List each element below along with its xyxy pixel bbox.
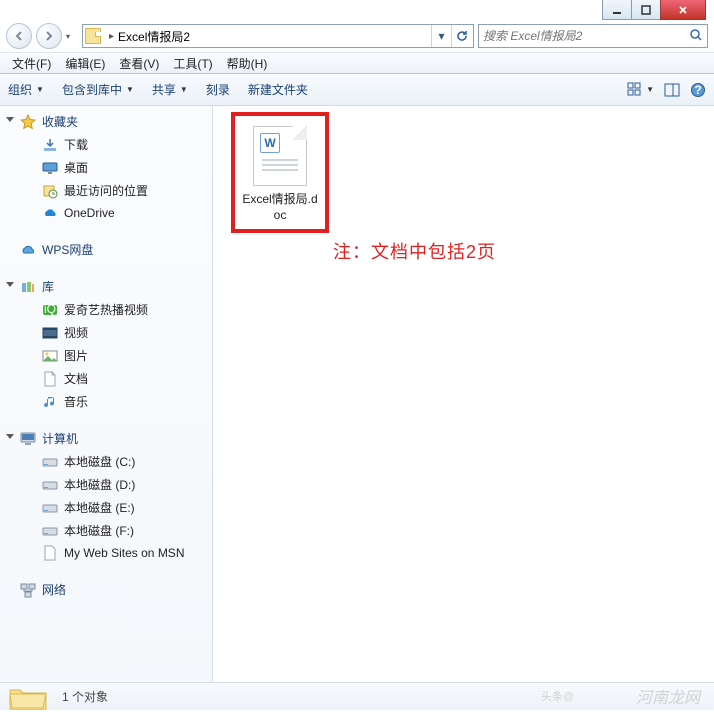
pictures-icon [42, 348, 58, 364]
disclose-icon[interactable] [6, 117, 14, 122]
minimize-button[interactable] [602, 0, 632, 20]
video-icon [42, 325, 58, 341]
music-icon [42, 394, 58, 410]
close-button[interactable] [660, 0, 706, 20]
sidebar-item-pictures[interactable]: 图片 [0, 344, 212, 367]
folder-large-icon [8, 684, 52, 710]
computer-header[interactable]: 计算机 [0, 427, 212, 450]
sidebar-item-recent[interactable]: 最近访问的位置 [0, 179, 212, 202]
maximize-button[interactable] [631, 0, 661, 20]
iqiyi-icon: iQ [42, 302, 58, 318]
menu-file[interactable]: 文件(F) [6, 53, 57, 74]
sidebar-item-drive-f[interactable]: 本地磁盘 (F:) [0, 519, 212, 542]
navigation-row: ▾ ▸ Excel情报局2 ▾ [0, 20, 714, 52]
title-bar [0, 0, 714, 20]
search-icon[interactable] [689, 28, 703, 45]
desktop-icon [42, 160, 58, 176]
sidebar-item-videos[interactable]: 视频 [0, 321, 212, 344]
wps-header[interactable]: WPS网盘 [0, 238, 212, 261]
file-thumbnail: W [253, 126, 307, 186]
tree[interactable]: 收藏夹 下载 桌面 最近访问的位置 OneDrive WPS网盘 库 iQ爱奇艺 [0, 106, 212, 710]
favorites-header[interactable]: 收藏夹 [0, 110, 212, 133]
download-icon [42, 137, 58, 153]
menu-help[interactable]: 帮助(H) [221, 53, 274, 74]
word-badge-icon: W [260, 133, 280, 153]
network-header[interactable]: 网络 [0, 578, 212, 601]
favorites-label: 收藏夹 [42, 113, 78, 130]
content-pane[interactable]: W Excel情报局.doc 注：文档中包括2页 [213, 106, 714, 710]
cloud-icon [20, 242, 36, 258]
status-bar: 1 个对象 [0, 682, 714, 710]
navigation-pane: 收藏夹 下载 桌面 最近访问的位置 OneDrive WPS网盘 库 iQ爱奇艺 [0, 106, 213, 710]
menu-edit[interactable]: 编辑(E) [59, 53, 111, 74]
sidebar-item-drive-d[interactable]: 本地磁盘 (D:) [0, 473, 212, 496]
file-item[interactable]: W Excel情报局.doc [231, 112, 329, 233]
network-icon [20, 582, 36, 598]
file-name: Excel情报局.doc [239, 192, 321, 223]
organize-button[interactable]: 组织▼ [8, 81, 44, 98]
sidebar-item-onedrive[interactable]: OneDrive [0, 202, 212, 224]
window-controls [603, 0, 706, 20]
computer-icon [20, 431, 36, 447]
disclose-icon[interactable] [6, 434, 14, 439]
back-button[interactable] [6, 23, 32, 49]
onedrive-icon [42, 205, 58, 221]
forward-button[interactable] [36, 23, 62, 49]
nav-history-dropdown[interactable]: ▾ [66, 32, 78, 41]
recent-icon [42, 183, 58, 199]
sidebar-item-downloads[interactable]: 下载 [0, 133, 212, 156]
page-icon [42, 545, 58, 561]
libraries-icon [20, 279, 36, 295]
chevron-right-icon: ▸ [109, 31, 114, 42]
new-folder-button[interactable]: 新建文件夹 [248, 81, 308, 98]
annotation-text: 注：文档中包括2页 [333, 238, 496, 264]
share-button[interactable]: 共享▼ [152, 81, 188, 98]
status-count: 1 个对象 [62, 688, 108, 705]
address-text: Excel情报局2 [118, 28, 431, 45]
menu-bar: 文件(F) 编辑(E) 查看(V) 工具(T) 帮助(H) [0, 52, 714, 74]
folder-icon [85, 28, 101, 44]
preview-pane-button[interactable] [664, 82, 680, 98]
drive-icon [42, 477, 58, 493]
star-icon [20, 114, 36, 130]
svg-text:?: ? [694, 83, 701, 97]
include-in-library-button[interactable]: 包含到库中▼ [62, 81, 134, 98]
body-area: 收藏夹 下载 桌面 最近访问的位置 OneDrive WPS网盘 库 iQ爱奇艺 [0, 106, 714, 710]
svg-text:iQ: iQ [44, 302, 56, 316]
address-bar[interactable]: ▸ Excel情报局2 ▾ [82, 24, 474, 48]
sidebar-item-music[interactable]: 音乐 [0, 390, 212, 413]
refresh-button[interactable] [451, 25, 471, 47]
sidebar-item-drive-e[interactable]: 本地磁盘 (E:) [0, 496, 212, 519]
drive-icon [42, 523, 58, 539]
watermark-side: 头条@ [541, 688, 574, 704]
drive-icon [42, 454, 58, 470]
document-icon [42, 371, 58, 387]
search-box[interactable] [478, 24, 708, 48]
menu-tools[interactable]: 工具(T) [167, 53, 218, 74]
address-dropdown[interactable]: ▾ [431, 25, 451, 47]
search-input[interactable] [483, 29, 689, 43]
libraries-header[interactable]: 库 [0, 275, 212, 298]
sidebar-item-drive-c[interactable]: 本地磁盘 (C:) [0, 450, 212, 473]
drive-icon [42, 500, 58, 516]
sidebar-item-iqiyi[interactable]: iQ爱奇艺热播视频 [0, 298, 212, 321]
help-button[interactable]: ? [690, 82, 706, 98]
sidebar-item-msn-sites[interactable]: My Web Sites on MSN [0, 542, 212, 564]
sidebar-item-documents[interactable]: 文档 [0, 367, 212, 390]
disclose-icon[interactable] [6, 282, 14, 287]
burn-button[interactable]: 刻录 [206, 81, 230, 98]
sidebar-item-desktop[interactable]: 桌面 [0, 156, 212, 179]
view-options-button[interactable]: ▼ [627, 82, 654, 98]
toolbar: 组织▼ 包含到库中▼ 共享▼ 刻录 新建文件夹 ▼ ? [0, 74, 714, 106]
menu-view[interactable]: 查看(V) [113, 53, 165, 74]
